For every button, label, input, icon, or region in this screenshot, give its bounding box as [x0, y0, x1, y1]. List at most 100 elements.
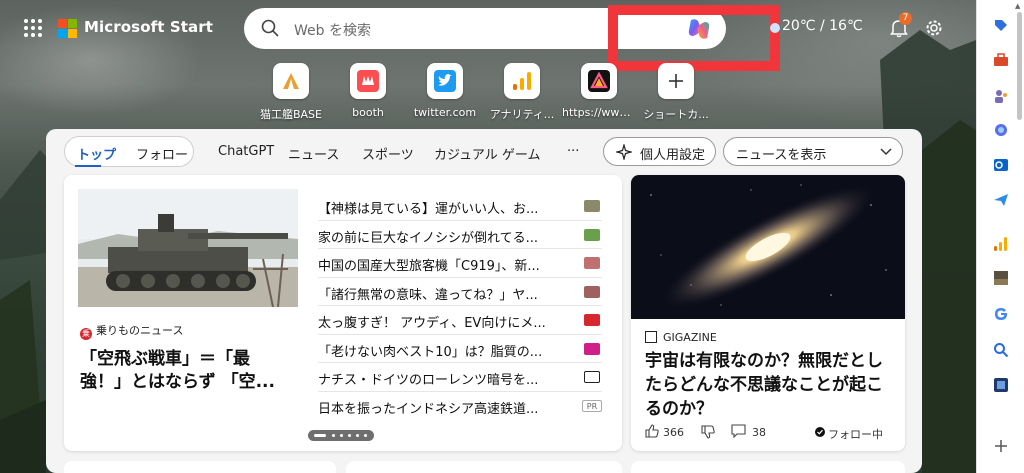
scroll-up-arrow-icon[interactable]: ▲ — [1015, 2, 1020, 10]
twitter-bird-icon — [427, 63, 463, 99]
news-list: 【神様は見ている】運がいい人、お... 家の前に巨大なイノシシが倒れてる... … — [318, 192, 602, 420]
brand-title[interactable]: Microsoft Start — [84, 18, 213, 36]
list-item-title: 日本を振ったインドネシア高速鉄道... — [318, 401, 539, 417]
publisher-logo-icon — [584, 257, 600, 269]
feature-headline[interactable]: 「空飛ぶ戦車」＝「最強！」とはならず 「空... — [80, 348, 290, 394]
tab-top[interactable]: トップ — [77, 144, 116, 163]
screenshot-app-icon[interactable] — [993, 377, 1009, 393]
category-casual-games[interactable]: カジュアル ゲーム — [434, 144, 540, 163]
thumbs-up-icon[interactable] — [645, 424, 659, 438]
personalize-button[interactable]: 個人用設定 — [603, 137, 716, 166]
list-item[interactable]: 「諸行無常の意味、違ってね？」ヤ... — [318, 278, 602, 306]
search-placeholder[interactable]: Web を検索 — [294, 20, 371, 40]
add-sidebar-item-icon[interactable] — [993, 438, 1009, 454]
gigazine-source-label: GIGAZINE — [663, 331, 717, 344]
toolbox-icon[interactable] — [993, 52, 1009, 68]
triangle-tent-icon — [273, 63, 309, 99]
publisher-logo-icon — [584, 200, 600, 212]
quick-link-label: アナリティ... — [489, 108, 555, 121]
outlook-icon[interactable] — [993, 157, 1009, 173]
tab-underline — [75, 165, 101, 167]
scrollbar[interactable]: ▲ — [1015, 0, 1024, 473]
comment-icon[interactable] — [731, 424, 746, 438]
check-circle-icon — [815, 427, 825, 437]
carousel-pager[interactable] — [308, 430, 374, 441]
feed-nav: トップ フォロー ChatGPT ニュース スポーツ カジュアル ゲーム ···… — [46, 129, 922, 173]
list-item[interactable]: 日本を振ったインドネシア高速鉄道... PR — [318, 392, 602, 421]
news-panel: トップ フォロー ChatGPT ニュース スポーツ カジュアル ゲーム ···… — [46, 129, 922, 473]
quick-link-label: booth — [352, 106, 384, 119]
list-item[interactable]: 「老けない肉ベスト10」は？脂質の... — [318, 335, 602, 363]
tag-icon[interactable] — [993, 18, 1009, 34]
list-item[interactable]: ナチス・ドイツのローレンツ暗号を... — [318, 363, 602, 392]
list-item-title: 中国の国産大型旅客機「C919」、新... — [318, 259, 540, 274]
publisher-logo-icon — [584, 371, 600, 383]
weather-temperature[interactable]: 20℃ / 16℃ — [782, 18, 863, 34]
search-sidebar-icon[interactable] — [993, 342, 1009, 358]
copilot-sidebar-icon[interactable] — [993, 122, 1009, 138]
list-item[interactable]: 太っ腹すぎ！ アウディ、EV向けにメ... — [318, 306, 602, 335]
tab-follow[interactable]: フォロー — [136, 144, 188, 163]
apps-grid-icon[interactable] — [24, 19, 42, 37]
more-categories-button[interactable]: ··· — [567, 144, 579, 159]
list-item[interactable]: 【神様は見ている】運がいい人、お... — [318, 192, 602, 221]
category-sports[interactable]: スポーツ — [362, 144, 414, 163]
send-icon[interactable] — [993, 192, 1009, 208]
quick-link-4[interactable]: アナリティ... — [485, 63, 559, 122]
highlight-box — [608, 5, 780, 71]
list-item-title: ナチス・ドイツのローレンツ暗号を... — [318, 373, 539, 388]
people-icon[interactable] — [993, 88, 1009, 104]
microsoft-logo-icon — [58, 19, 77, 38]
list-item[interactable]: 家の前に巨大なイノシシが倒れてる... — [318, 221, 602, 249]
quick-link-2[interactable]: booth — [331, 63, 405, 119]
feature-source[interactable]: 乗乗りものニュース — [80, 322, 183, 340]
quick-link-label: twitter.com — [413, 106, 477, 119]
quick-link-label: https://www.... — [562, 106, 636, 119]
publisher-logo-icon — [584, 285, 600, 298]
analytics-sidebar-icon[interactable] — [993, 236, 1009, 252]
show-news-label: ニュースを表示 — [736, 148, 827, 163]
list-item-title: 「諸行無常の意味、違ってね？」ヤ... — [318, 287, 538, 303]
list-item-title: 家の前に巨大なイノシシが倒れてる... — [318, 230, 539, 246]
quick-link-add-shortcut[interactable]: ショートカ... — [639, 63, 713, 122]
list-item-title: 「老けない肉ベスト10」は？脂質の... — [318, 344, 543, 360]
list-item[interactable]: 中国の国産大型旅客機「C919」、新... — [318, 249, 602, 278]
booth-icon — [350, 63, 386, 99]
category-chatgpt[interactable]: ChatGPT — [218, 144, 274, 159]
quick-link-1[interactable]: 猫工艦BASE — [254, 63, 328, 122]
list-item-title: 【神様は見ている】運がいい人、お... — [318, 202, 539, 217]
analytics-bars-icon — [504, 63, 540, 99]
top-stories-card: 乗乗りものニュース 「空飛ぶ戦車」＝「最強！」とはならず 「空... 【神様は見… — [64, 175, 622, 451]
like-count: 366 — [663, 426, 684, 439]
gigazine-source[interactable]: GIGAZINE — [645, 331, 717, 344]
gear-icon[interactable] — [924, 18, 944, 38]
next-card-2 — [346, 461, 622, 473]
follow-status[interactable]: フォロー中 — [828, 426, 883, 442]
triangle-logo-icon — [581, 63, 617, 99]
quick-link-label: ショートカ... — [643, 108, 709, 121]
weather-cloud-icon — [770, 23, 780, 33]
galaxy-photo[interactable] — [631, 175, 905, 319]
publisher-logo-icon — [584, 228, 600, 241]
thumbs-down-icon[interactable] — [701, 425, 715, 439]
scrollbar-thumb[interactable] — [1017, 12, 1022, 120]
quick-link-3[interactable]: twitter.com — [408, 63, 482, 119]
list-item-title: 太っ腹すぎ！ アウディ、EV向けにメ... — [318, 316, 546, 331]
image-thumbnail-icon[interactable] — [993, 270, 1009, 286]
publisher-logo-icon — [584, 314, 600, 326]
gigazine-card[interactable]: GIGAZINE 宇宙は有限なのか？無限だとしたらどんな不思議なことが起こるのか… — [631, 175, 905, 451]
show-news-dropdown[interactable]: ニュースを表示 — [723, 137, 903, 166]
category-news[interactable]: ニュース — [288, 144, 339, 163]
next-card-3 — [631, 461, 905, 473]
google-icon[interactable] — [993, 306, 1009, 322]
quick-link-label: 猫工艦BASE — [259, 108, 322, 121]
gigazine-headline[interactable]: 宇宙は有限なのか？無限だとしたらどんな不思議なことが起こるのか？ — [645, 349, 893, 421]
quick-link-5[interactable]: https://www.... — [562, 63, 636, 119]
norimono-news-logo-icon: 乗 — [80, 328, 92, 340]
personalize-label: 個人用設定 — [640, 148, 706, 163]
notification-badge: 7 — [899, 12, 912, 25]
feature-source-label: 乗りものニュース — [96, 324, 184, 337]
tank-photo[interactable] — [78, 189, 298, 307]
gigazine-logo-icon — [645, 331, 657, 343]
sparkle-pen-icon — [616, 144, 632, 160]
